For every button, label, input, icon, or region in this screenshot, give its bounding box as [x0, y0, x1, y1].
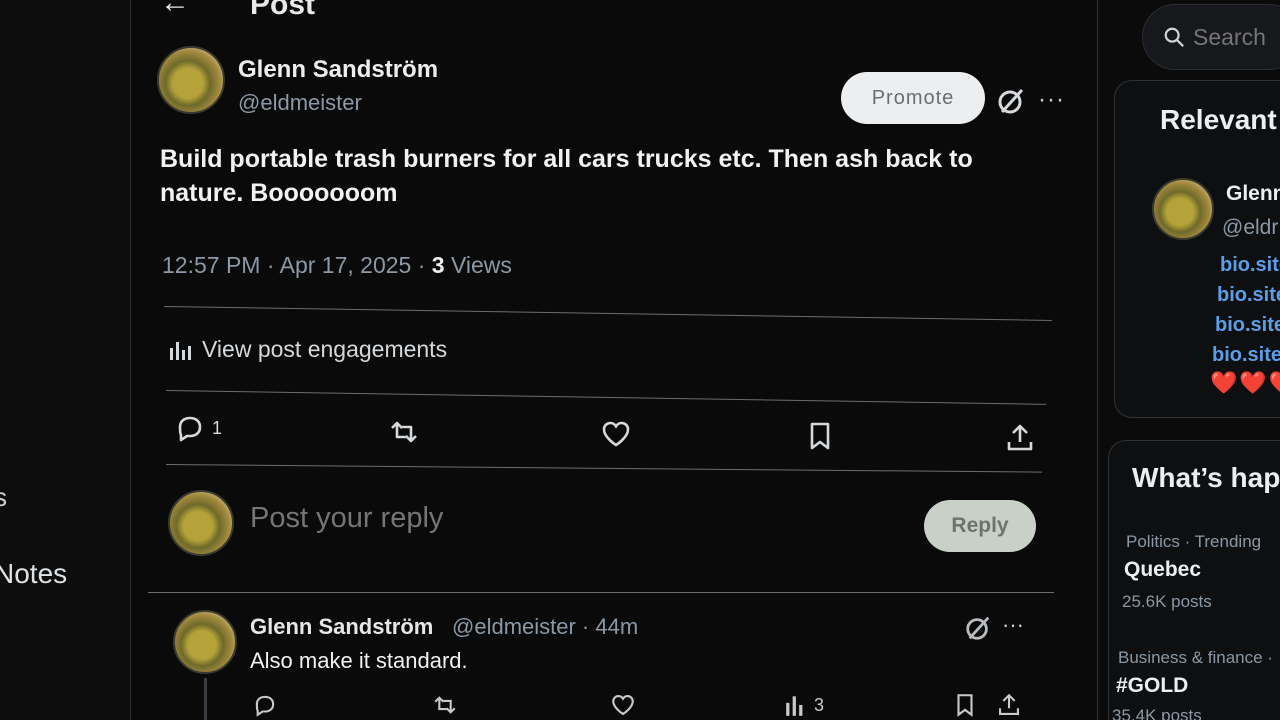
views-count: 3 [431, 252, 445, 278]
share-button[interactable] [1004, 422, 1036, 454]
repost-icon [434, 696, 456, 714]
search-input[interactable] [1193, 23, 1280, 51]
avatar[interactable] [168, 490, 234, 556]
avatar[interactable] [157, 46, 225, 114]
grok-icon[interactable] [996, 86, 1026, 116]
more-options-icon[interactable]: ··· [1038, 86, 1065, 114]
bookmark-icon [957, 694, 973, 717]
heart-icon [602, 421, 630, 447]
more-options-icon[interactable]: ··· [1002, 612, 1024, 638]
bio-link[interactable]: bio.site [1215, 314, 1280, 337]
post-timestamp[interactable]: 12:57 PM · Apr 17, 2025 · [162, 252, 432, 278]
author-handle[interactable]: @eldmeister [238, 90, 362, 116]
author-name[interactable]: Glenn Sandström [238, 56, 438, 84]
reply-text: Also make it standard. [250, 648, 468, 673]
reply-icon [255, 695, 275, 717]
like-button[interactable] [600, 418, 632, 450]
repost-icon [391, 421, 417, 443]
avatar[interactable] [173, 610, 237, 674]
trends-title: What’s hap [1132, 462, 1280, 493]
post-text: Build portable trash burners for all car… [160, 145, 973, 207]
trend-name: #GOLD [1116, 674, 1189, 697]
avatar[interactable] [1152, 178, 1214, 240]
reply-views-button[interactable]: 3 [784, 692, 824, 718]
search-icon [1164, 27, 1184, 47]
back-arrow-icon[interactable]: ← [160, 0, 190, 20]
reply-repost-button[interactable] [432, 692, 458, 718]
nav-item-notes[interactable]: Notes [0, 558, 67, 590]
divider [148, 592, 1054, 593]
post-meta: 12:57 PM · Apr 17, 2025 · 3 Views [162, 252, 512, 279]
page-title: Post [250, 0, 316, 21]
grok-icon[interactable] [964, 614, 992, 642]
reply-icon [178, 416, 202, 442]
search-bar[interactable] [1142, 4, 1280, 70]
bookmark-icon [810, 422, 830, 450]
bio-link[interactable]: bio.site [1217, 284, 1280, 307]
share-icon [1007, 424, 1033, 451]
reply-count: 1 [212, 417, 223, 438]
reply-views-count: 3 [814, 694, 825, 715]
trend-meta: Politics · Trending [1126, 532, 1262, 551]
engagements-label: View post engagements [202, 336, 448, 362]
views-label: Views [444, 252, 512, 278]
relevant-name[interactable]: Glenn [1226, 182, 1280, 206]
heart-icon [612, 695, 634, 716]
bookmark-button[interactable] [804, 420, 836, 452]
reply-bookmark-button[interactable] [952, 692, 978, 718]
analytics-icon [786, 696, 803, 716]
nav-item-partial[interactable]: s [0, 482, 7, 513]
thread-line [204, 678, 207, 720]
reply-share-button[interactable] [996, 692, 1022, 718]
reply-reply-button[interactable] [252, 692, 278, 718]
left-nav: s Notes [0, 0, 130, 720]
reply-submit-button[interactable]: Reply [924, 500, 1036, 552]
reply-input[interactable] [250, 502, 850, 535]
trend-name: Quebec [1124, 558, 1202, 581]
reply-like-button[interactable] [610, 692, 636, 718]
bio-link[interactable]: bio.site [1220, 254, 1280, 277]
view-engagements-link[interactable]: View post engagements [168, 336, 447, 363]
trend-count: 25.6K posts [1122, 592, 1212, 611]
reply-button[interactable]: 1 [174, 412, 222, 444]
hearts-emoji: ❤️❤️❤️ [1210, 370, 1280, 395]
relevant-handle[interactable]: @eldr [1222, 216, 1278, 240]
reply-author-handle[interactable]: @eldmeister · 44m [452, 614, 638, 640]
repost-button[interactable] [388, 416, 420, 448]
trend-meta: Business & finance · [1118, 648, 1273, 667]
analytics-icon [170, 341, 191, 360]
reply-author-name[interactable]: Glenn Sandström [250, 614, 433, 640]
promote-button[interactable]: Promote [841, 72, 985, 124]
trend-count: 35.4K posts [1112, 706, 1202, 720]
bio-link[interactable]: bio.site [1212, 344, 1280, 367]
share-icon [999, 693, 1019, 715]
relevant-title: Relevant [1160, 104, 1277, 135]
